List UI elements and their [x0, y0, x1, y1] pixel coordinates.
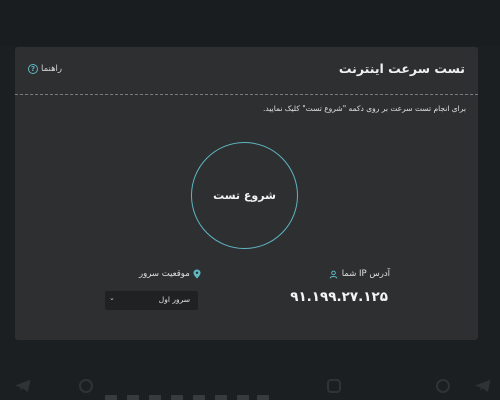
footer-tile [127, 395, 139, 400]
footer-social-bar [0, 365, 500, 400]
server-location-text: موقعیت سرور [139, 269, 190, 279]
speed-test-card: تست سرعت اینترنت ? راهنما برای انجام تست… [15, 47, 478, 340]
ip-address-value: ۹۱.۱۹۹.۲۷.۱۲۵ [290, 289, 388, 305]
user-icon [329, 270, 338, 279]
start-test-button[interactable]: شروع تست [191, 142, 298, 249]
chevron-down-icon: ⌄ [109, 294, 115, 302]
card-title: تست سرعت اینترنت [338, 61, 465, 76]
footer-tile [237, 395, 249, 400]
footer-tile [171, 395, 183, 400]
server-select-value: سرور اول [158, 295, 190, 304]
top-bar [0, 0, 500, 46]
send-icon [474, 378, 492, 392]
footer-tile [149, 395, 161, 400]
ip-label-text: آدرس IP شما [341, 269, 390, 279]
card-header: تست سرعت اینترنت ? راهنما [15, 47, 478, 95]
instruction-text: برای انجام تست سرعت بر روی دکمه "شروع تس… [263, 104, 466, 113]
footer-tile [105, 395, 117, 400]
instagram-icon [325, 378, 343, 393]
map-pin-icon [193, 269, 201, 279]
ip-label: آدرس IP شما [329, 269, 390, 279]
footer-tile [215, 395, 227, 400]
question-circle-icon: ? [28, 64, 38, 74]
help-link[interactable]: ? راهنما [28, 64, 62, 74]
start-test-label: شروع تست [213, 189, 276, 202]
aparat-icon [434, 378, 452, 393]
help-label: راهنما [41, 64, 63, 74]
server-location-label: موقعیت سرور [139, 269, 201, 279]
footer-tile [193, 395, 205, 400]
whatsapp-icon [77, 378, 95, 393]
footer-tile [257, 395, 269, 400]
telegram-icon [14, 378, 32, 392]
server-select[interactable]: سرور اول ⌄ [105, 291, 198, 310]
